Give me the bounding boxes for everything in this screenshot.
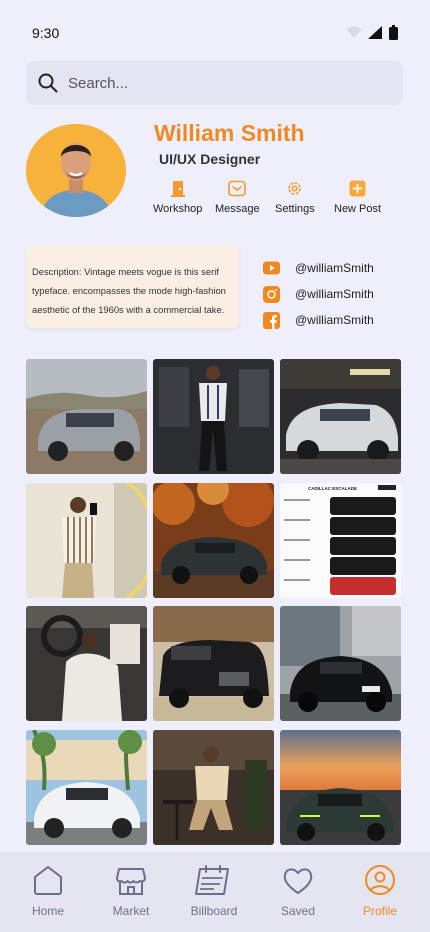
home-icon <box>34 866 62 895</box>
post-tile-mercedes-street[interactable] <box>280 606 401 721</box>
tab-billboard-label: Billboard <box>190 904 238 918</box>
post-tile-mirror-selfie[interactable] <box>26 483 147 598</box>
post-tile-man-cafe[interactable] <box>153 730 274 845</box>
social-link-facebook[interactable]: @williamSmith <box>263 307 374 333</box>
tab-saved[interactable]: Saved <box>278 864 318 918</box>
new-post-label: New Post <box>334 203 382 215</box>
battery-icon <box>389 25 398 40</box>
search-placeholder: Search... <box>68 74 129 92</box>
signal-icon <box>368 26 382 39</box>
tab-billboard[interactable]: Billboard <box>190 864 238 918</box>
plus-icon <box>349 180 366 197</box>
facebook-handle: @williamSmith <box>295 313 374 327</box>
message-label: Message <box>215 203 260 215</box>
youtube-handle: @williamSmith <box>295 261 374 275</box>
settings-button[interactable]: Settings <box>275 180 315 215</box>
tab-saved-label: Saved <box>280 904 316 918</box>
post-tile-man-garage[interactable] <box>153 359 274 474</box>
facebook-icon <box>263 311 280 329</box>
search-icon <box>38 73 58 93</box>
workshop-button[interactable]: Workshop <box>153 180 202 215</box>
post-tile-car-interior[interactable] <box>26 606 147 721</box>
workshop-label: Workshop <box>153 203 203 215</box>
social-link-youtube[interactable]: @williamSmith <box>263 255 374 281</box>
post-tile-range-rover[interactable] <box>280 359 401 474</box>
billboard-icon <box>195 865 229 895</box>
post-tile-sunset-car[interactable] <box>280 730 401 845</box>
social-link-instagram[interactable]: @williamSmith <box>263 281 374 307</box>
tab-market-label: Market <box>112 904 150 918</box>
profile-role: UI/UX Designer <box>159 151 261 167</box>
tab-profile[interactable]: Profile <box>360 864 400 918</box>
message-button[interactable]: Message <box>215 180 260 215</box>
wifi-icon <box>346 26 362 38</box>
tab-profile-label: Profile <box>362 904 397 918</box>
post-tile-white-mercedes[interactable] <box>26 730 147 845</box>
heart-icon <box>283 868 313 894</box>
new-post-button[interactable]: New Post <box>334 180 381 215</box>
bottom-tab-bar: Home Market Billboard Saved Profile <box>0 852 430 932</box>
profile-actions: Workshop Message Settings New Post <box>150 180 390 222</box>
post-tile-suv-road[interactable] <box>26 359 147 474</box>
door-icon <box>170 181 185 197</box>
instagram-handle: @williamSmith <box>295 287 374 301</box>
settings-label: Settings <box>275 203 315 215</box>
tab-home-label: Home <box>31 904 64 918</box>
status-time: 9:30 <box>32 25 60 41</box>
message-icon <box>228 180 247 197</box>
poster-title: CADILLAC ESCALADE <box>308 486 357 491</box>
post-tile-black-escalade[interactable] <box>153 606 274 721</box>
status-icons <box>346 25 398 40</box>
youtube-icon <box>263 261 280 275</box>
tab-home[interactable]: Home <box>28 864 68 918</box>
tab-market[interactable]: Market <box>111 864 151 918</box>
post-grid: CADILLAC ESCALADE <box>26 359 402 845</box>
avatar[interactable] <box>26 124 126 217</box>
post-tile-forest-car[interactable] <box>153 483 274 598</box>
instagram-icon <box>263 285 280 303</box>
post-tile-escalade-sheet[interactable]: CADILLAC ESCALADE <box>280 483 401 598</box>
social-links: @williamSmith @williamSmith @williamSmit… <box>263 255 374 333</box>
search-bar[interactable]: Search... <box>26 61 403 105</box>
gear-icon <box>288 182 302 195</box>
profile-name: William Smith <box>154 120 305 146</box>
status-bar: 9:30 <box>0 0 430 64</box>
profile-description: Description: Vintage meets vogue is this… <box>26 246 239 328</box>
store-icon <box>116 868 146 895</box>
profile-icon <box>365 865 395 895</box>
